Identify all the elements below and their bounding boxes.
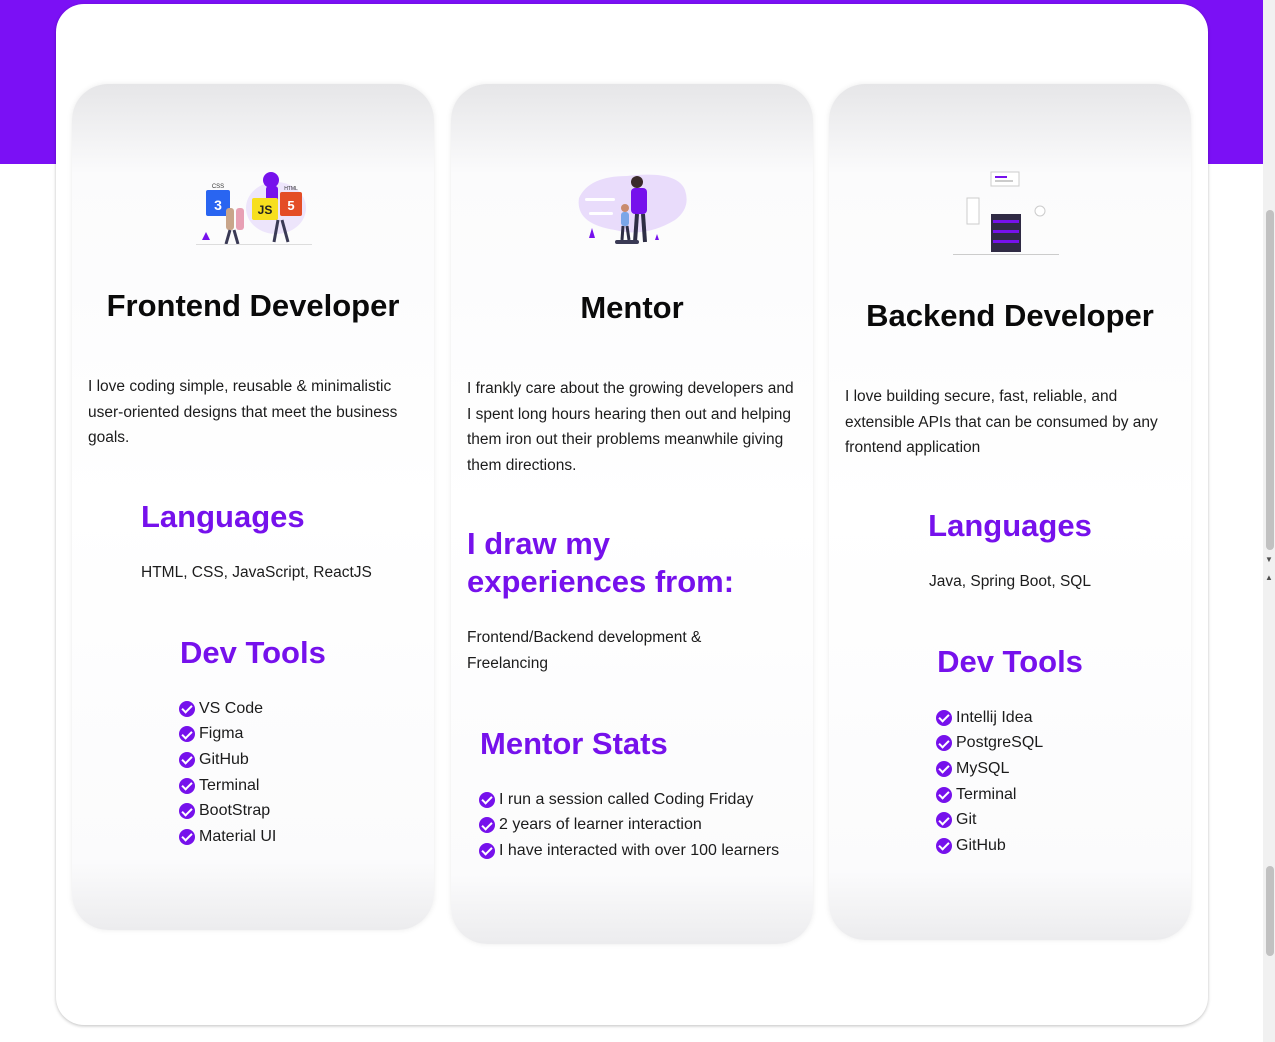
scroll-up-arrow-icon[interactable]: ▲	[1265, 574, 1273, 582]
check-circle-icon	[179, 726, 195, 743]
card-title: Backend Developer	[866, 298, 1154, 333]
server-illustration	[953, 171, 1059, 255]
svg-text:HTML: HTML	[284, 186, 298, 192]
check-circle-icon	[936, 760, 952, 777]
dev-tools-list: VS Code Figma GitHub Terminal BootStrap …	[179, 696, 276, 850]
mentoring-illustration	[578, 174, 687, 244]
check-circle-icon	[479, 842, 495, 859]
list-item: I run a session called Coding Friday	[479, 787, 779, 813]
dev-tools-list: Intellij Idea PostgreSQL MySQL Terminal …	[936, 705, 1043, 859]
list-item: MySQL	[936, 756, 1043, 782]
check-circle-icon	[936, 812, 952, 829]
svg-text:3: 3	[214, 197, 222, 213]
list-item: I have interacted with over 100 learners	[479, 838, 779, 864]
list-item: PostgreSQL	[936, 731, 1043, 757]
skills-section-container: 3 CSS JS 5 HTML Frontend Developer I lov…	[56, 4, 1208, 1025]
list-item: Terminal	[936, 782, 1043, 808]
list-item: Material UI	[179, 824, 276, 850]
list-item: GitHub	[936, 833, 1043, 859]
list-item: VS Code	[179, 696, 276, 722]
list-item: Intellij Idea	[936, 705, 1043, 731]
dev-tools-heading: Dev Tools	[180, 635, 326, 670]
check-circle-icon	[179, 828, 195, 845]
list-item: 2 years of learner interaction	[479, 813, 779, 839]
svg-text:JS: JS	[258, 203, 273, 217]
experience-text: Frontend/Backend development & Freelanci…	[467, 629, 702, 672]
list-item: BootStrap	[179, 798, 276, 824]
svg-text:5: 5	[287, 198, 294, 213]
check-circle-icon	[479, 817, 495, 834]
check-circle-icon	[936, 837, 952, 854]
mentor-card: Mentor I frankly care about the growing …	[451, 84, 813, 944]
frontend-developer-card: 3 CSS JS 5 HTML Frontend Developer I lov…	[72, 84, 434, 930]
languages-heading: Languages	[928, 508, 1092, 543]
card-description: I love coding simple, reusable & minimal…	[88, 378, 398, 446]
card-description: I frankly care about the growing develop…	[467, 380, 794, 474]
list-item: Terminal	[179, 773, 276, 799]
mentor-stats-list: I run a session called Coding Friday 2 y…	[479, 787, 779, 864]
list-item: Figma	[179, 722, 276, 748]
check-circle-icon	[936, 709, 952, 726]
svg-text:CSS: CSS	[212, 184, 224, 190]
card-title: Frontend Developer	[106, 288, 400, 323]
check-circle-icon	[936, 786, 952, 803]
check-circle-icon	[179, 751, 195, 768]
languages-heading: Languages	[141, 499, 305, 534]
scrollbar-thumb-secondary[interactable]	[1266, 866, 1274, 956]
check-circle-icon	[936, 735, 952, 752]
languages-list: HTML, CSS, JavaScript, ReactJS	[141, 564, 372, 581]
dev-tools-heading: Dev Tools	[937, 644, 1083, 679]
experience-heading: I draw my experiences from:	[467, 526, 735, 599]
languages-list: Java, Spring Boot, SQL	[929, 573, 1091, 590]
check-circle-icon	[179, 777, 195, 794]
list-item: GitHub	[179, 747, 276, 773]
page-scrollbar[interactable]: ▼ ▲	[1263, 0, 1275, 1042]
frontend-technologies-illustration: 3 CSS JS 5 HTML	[196, 172, 312, 245]
mentor-stats-heading: Mentor Stats	[480, 726, 668, 761]
scroll-down-arrow-icon[interactable]: ▼	[1265, 556, 1273, 564]
card-title: Mentor	[580, 290, 684, 325]
check-circle-icon	[179, 700, 195, 717]
backend-developer-card: Backend Developer I love building secure…	[829, 84, 1191, 940]
scrollbar-thumb[interactable]	[1266, 210, 1274, 550]
check-circle-icon	[479, 791, 495, 808]
card-description: I love building secure, fast, reliable, …	[845, 388, 1158, 456]
check-circle-icon	[179, 803, 195, 820]
list-item: Git	[936, 807, 1043, 833]
